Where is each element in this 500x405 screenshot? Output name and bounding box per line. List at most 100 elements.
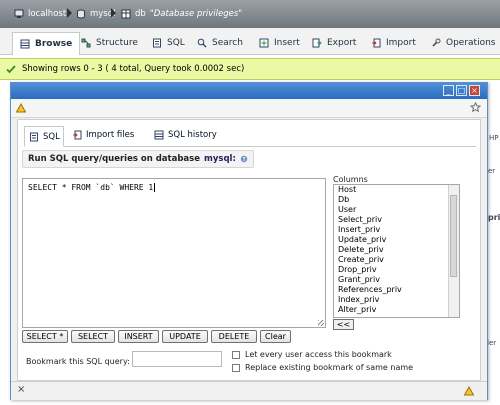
insert-button[interactable]: INSERT — [118, 330, 159, 343]
sql-history-icon — [154, 130, 164, 140]
breadcrumb-separator — [67, 8, 72, 18]
every-user-checkbox-label: Let every user access this bookmark — [245, 350, 392, 359]
sql-query-textarea[interactable]: SELECT * FROM `db` WHERE 1 — [22, 178, 326, 328]
sql-query-dialog: _ □ × SQL Import files SQL history Run S… — [10, 82, 488, 400]
tab-insert[interactable]: Insert — [252, 32, 307, 54]
breadcrumb-table[interactable]: db "Database privileges" — [121, 9, 242, 19]
tab-export[interactable]: Export — [305, 32, 363, 54]
maximize-button[interactable]: □ — [456, 85, 467, 96]
table-tabs: Browse Structure SQL Search Insert Expor… — [0, 28, 500, 55]
sql-icon — [153, 38, 161, 48]
column-option[interactable]: Index_priv — [334, 295, 459, 305]
columns-scrollbar[interactable] — [448, 185, 459, 317]
tab-sql[interactable]: SQL — [145, 32, 192, 54]
breadcrumb-separator — [111, 8, 116, 18]
table-icon — [121, 9, 131, 19]
help-icon[interactable]: ? — [240, 155, 248, 163]
scrollbar-thumb[interactable] — [450, 195, 457, 277]
check-icon — [6, 65, 16, 74]
tab-import[interactable]: Import — [364, 32, 423, 54]
resize-handle[interactable] — [318, 320, 324, 326]
tab-export-label: Export — [327, 38, 357, 48]
table-comment: "Database privileges" — [149, 9, 243, 19]
text-cursor — [154, 183, 156, 192]
star-icon[interactable] — [470, 102, 481, 113]
column-option[interactable]: Insert_priv — [334, 225, 459, 235]
import-files-icon — [73, 130, 82, 140]
query-tab-sql-history[interactable]: SQL history — [154, 126, 217, 144]
column-option[interactable]: User — [334, 205, 459, 215]
run-query-label: Run SQL query/queries on database mysql:… — [22, 150, 254, 168]
minimize-button[interactable]: _ — [443, 85, 454, 96]
clear-button[interactable]: Clear — [260, 330, 291, 343]
columns-label: Columns — [333, 175, 368, 184]
column-option[interactable]: Grant_priv — [334, 275, 459, 285]
dialog-titlebar[interactable]: _ □ × — [11, 83, 487, 99]
breadcrumb-server-label: localhost — [28, 9, 67, 19]
tab-insert-label: Insert — [274, 38, 300, 48]
delete-button[interactable]: DELETE — [211, 330, 257, 343]
svg-text:?: ? — [242, 157, 245, 163]
background-fragment: HP — [489, 134, 499, 142]
column-option[interactable]: Update_priv — [334, 235, 459, 245]
import-icon — [372, 38, 381, 48]
select-all-button[interactable]: SELECT * — [22, 330, 68, 343]
breadcrumb-server[interactable]: localhost — [14, 9, 66, 19]
columns-list[interactable]: Host Db User Select_priv Insert_priv Update_p… — [333, 184, 460, 318]
close-button[interactable]: × — [469, 85, 480, 96]
dialog-statusbar: × — [11, 381, 487, 400]
breadcrumb-database[interactable]: mysql — [76, 9, 116, 19]
success-message: Showing rows 0 - 3 ( 4 total, Query took… — [0, 58, 500, 80]
tab-import-label: Import — [386, 38, 416, 48]
bookmark-label: Bookmark this SQL query: — [26, 357, 130, 366]
tab-operations[interactable]: Operations — [424, 32, 500, 54]
column-option[interactable]: Drop_priv — [334, 265, 459, 275]
background-fragment: priv — [488, 213, 500, 222]
column-option[interactable]: Select_priv — [334, 215, 459, 225]
insert-column-button[interactable]: << — [333, 319, 354, 330]
query-tab-import-files-label: Import files — [86, 130, 135, 140]
column-option[interactable]: Delete_priv — [334, 245, 459, 255]
sql-icon — [30, 132, 38, 141]
tab-browse-label: Browse — [35, 39, 73, 49]
database-icon — [77, 9, 85, 19]
tab-operations-label: Operations — [446, 38, 496, 48]
replace-bookmark-checkbox-label: Replace existing bookmark of same name — [245, 363, 414, 372]
tab-search-label: Search — [212, 38, 243, 48]
replace-bookmark-checkbox[interactable] — [232, 364, 240, 372]
tab-structure[interactable]: Structure — [74, 32, 145, 54]
column-option[interactable]: References_priv — [334, 285, 459, 295]
select-button[interactable]: SELECT — [71, 330, 115, 343]
run-query-database[interactable]: mysql: — [204, 154, 236, 164]
tab-browse[interactable]: Browse — [12, 32, 81, 55]
dialog-body: SQL Import files SQL history Run SQL que… — [17, 119, 481, 381]
query-tab-sql-history-label: SQL history — [168, 130, 217, 140]
breadcrumb: localhost mysql db "Database privileges" — [0, 0, 500, 28]
sql-query-text: SELECT * FROM `db` WHERE 1 — [28, 183, 154, 192]
bookmark-input[interactable] — [132, 351, 222, 367]
tab-structure-label: Structure — [96, 38, 138, 48]
query-tab-import-files[interactable]: Import files — [72, 126, 134, 144]
warning-icon — [16, 103, 26, 113]
every-user-checkbox[interactable] — [232, 351, 240, 359]
tab-search[interactable]: Search — [190, 32, 250, 54]
update-button[interactable]: UPDATE — [162, 330, 208, 343]
column-option[interactable]: Db — [334, 195, 459, 205]
server-icon — [14, 9, 24, 18]
column-option[interactable]: Alter_priv — [334, 305, 459, 315]
close-icon[interactable]: × — [17, 384, 25, 395]
columns-list-items: Host Db User Select_priv Insert_priv Update_p… — [334, 185, 459, 315]
query-tabs-divider — [24, 146, 476, 147]
column-option[interactable]: Host — [334, 185, 459, 195]
structure-icon — [81, 38, 91, 48]
browse-icon — [20, 39, 30, 49]
background-fragment: ler — [487, 339, 497, 347]
tab-sql-label: SQL — [167, 38, 185, 48]
operations-icon — [432, 38, 441, 47]
warning-icon — [464, 386, 474, 396]
export-icon — [312, 38, 322, 48]
insert-icon — [259, 38, 269, 48]
column-option[interactable]: Create_priv — [334, 255, 459, 265]
query-tab-sql[interactable]: SQL — [24, 126, 64, 147]
breadcrumb-table-label: db — [135, 9, 146, 19]
